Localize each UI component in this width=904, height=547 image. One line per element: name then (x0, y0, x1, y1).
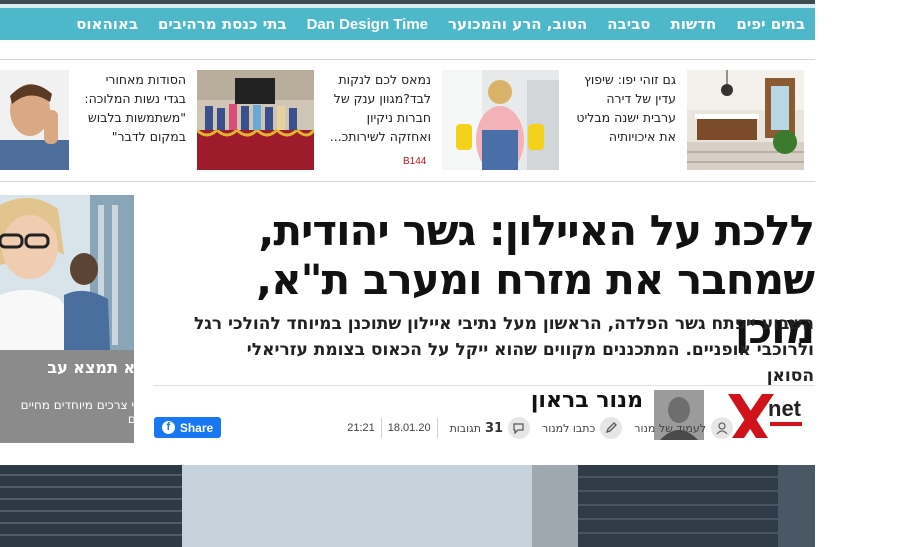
nav-item-news[interactable]: חדשות (670, 15, 716, 33)
nav-item-good-bad-ugly[interactable]: הטוב, הרע והמכוער (448, 15, 587, 33)
comments-icon (508, 417, 531, 439)
divider (0, 181, 815, 182)
user-icon (711, 417, 733, 439)
logo-text: net (768, 396, 802, 421)
write-to-author-link[interactable]: כתבו למנור (542, 417, 623, 439)
author-name[interactable]: מנור בראון (531, 388, 643, 413)
teaser-text[interactable]: הסודות מאחורי בגדי נשות המלוכה: "משתמשות… (76, 70, 186, 146)
author-page-label[interactable]: לעמוד של מנור (634, 422, 706, 435)
teaser-image-cleaning[interactable] (442, 70, 559, 170)
teaser-row: גם זוהי יפו: שיפוץ עדין של דירה ערבית יש… (0, 70, 815, 172)
teaser-cleaning[interactable]: נמאס לכם לנקות לבד?מגוון ענק של חברות ני… (325, 70, 561, 172)
xnet-logo[interactable]: net (722, 388, 806, 442)
divider (153, 385, 815, 386)
teaser-royals[interactable]: הסודות מאחורי בגדי נשות המלוכה: "משתמשות… (80, 70, 316, 172)
main-nav: בתים יפים חדשות סביבה הטוב, הרע והמכוער … (0, 8, 815, 40)
teaser-image-man[interactable] (0, 70, 69, 170)
teaser-image-interior[interactable] (687, 70, 804, 170)
divider (0, 59, 815, 60)
sponsored-tag: B144 (403, 156, 427, 167)
divider (380, 418, 382, 438)
comments-link[interactable]: 31 תגובות (450, 417, 531, 439)
comments-label[interactable]: תגובות (450, 422, 481, 435)
article-date: 18.01.20 (387, 422, 431, 434)
write-to-author-label[interactable]: כתבו למנור (542, 422, 595, 435)
facebook-icon: f (161, 421, 175, 434)
facebook-share-button[interactable]: f Share (154, 417, 221, 438)
pencil-icon (600, 417, 623, 439)
nav-item-beautiful-homes[interactable]: בתים יפים (736, 15, 805, 33)
nav-item-dan-design-time[interactable]: Dan Design Time (307, 16, 428, 33)
article-main-image[interactable] (0, 465, 815, 547)
article-subheadline: השבוע ייפתח גשר הפלדה, הראשון מעל נתיבי … (193, 314, 814, 386)
ad-text[interactable]: כך בעלי צרכים מיוחדים מחיים עצמאיים (2, 398, 134, 426)
side-ad[interactable]: איך היא תמצא עב כך בעלי צרכים מיוחדים מח… (0, 195, 134, 443)
teaser-text[interactable]: גם זוהי יפו: שיפוץ עדין של דירה ערבית יש… (566, 70, 676, 146)
ad-title[interactable]: איך היא תמצא עב (47, 358, 134, 377)
teaser-text[interactable]: נמאס לכם לנקות לבד?מגוון ענק של חברות ני… (321, 70, 431, 146)
article-meta: לעמוד של מנור כתבו למנור 31 תגובות 18.01… (341, 417, 733, 439)
share-label[interactable]: Share (180, 421, 213, 435)
comments-count[interactable]: 31 (485, 421, 503, 436)
author-page-link[interactable]: לעמוד של מנור (634, 417, 733, 439)
nav-item-environment[interactable]: סביבה (607, 15, 650, 33)
divider (436, 418, 438, 438)
teaser-jaffa[interactable]: גם זוהי יפו: שיפוץ עדין של דירה ערבית יש… (570, 70, 806, 172)
nav-item-synagogues[interactable]: בתי כנסת מרהיבים (158, 15, 287, 33)
ad-image[interactable] (0, 195, 134, 350)
nav-item-bauhaus[interactable]: באוהאוס (76, 15, 138, 33)
teaser-image-royals[interactable] (197, 70, 314, 170)
article-time: 21:21 (347, 422, 375, 434)
